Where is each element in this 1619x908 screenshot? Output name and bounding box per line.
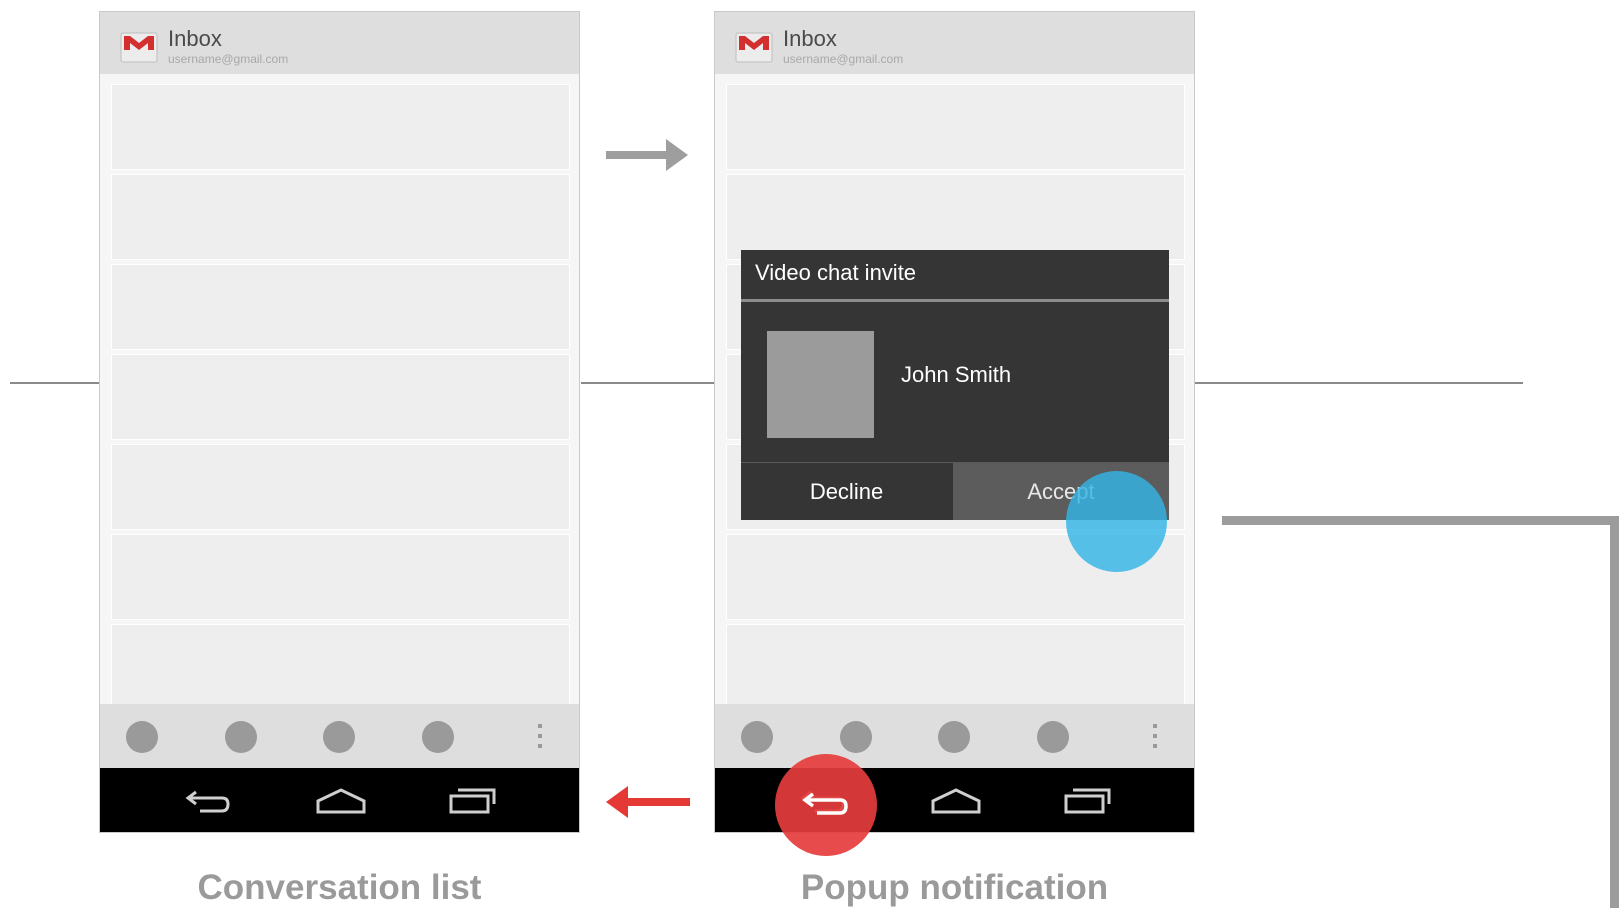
action-icon[interactable] [938, 721, 970, 753]
back-icon[interactable] [184, 786, 232, 816]
forward-arrow-icon [606, 139, 688, 171]
home-icon[interactable] [315, 786, 367, 816]
dialog-title: Video chat invite [755, 260, 917, 285]
caption-popup-notification: Popup notification [800, 868, 1109, 907]
conversation-list [100, 74, 579, 714]
dialog-divider [741, 299, 1169, 302]
contact-name: John Smith [901, 362, 1012, 387]
account-email: username@gmail.com [783, 52, 904, 66]
recent-apps-icon[interactable] [448, 786, 498, 816]
list-item[interactable] [111, 624, 570, 710]
action-icon[interactable] [126, 721, 158, 753]
list-item[interactable] [111, 174, 570, 260]
guide-line [581, 382, 715, 384]
action-bar: Inbox username@gmail.com [100, 12, 579, 74]
inbox-title: Inbox [783, 26, 837, 51]
phone-conversation-list: Inbox username@gmail.com [99, 11, 580, 833]
list-item[interactable] [111, 534, 570, 620]
gmail-icon[interactable] [120, 30, 158, 64]
system-nav-bar [100, 768, 579, 832]
action-icon[interactable] [741, 721, 773, 753]
list-item[interactable] [726, 174, 1185, 260]
back-touch-indicator [775, 754, 877, 856]
action-icon[interactable] [840, 721, 872, 753]
account-email: username@gmail.com [168, 52, 289, 66]
overflow-menu-icon[interactable] [537, 724, 543, 752]
back-arrow-icon [606, 786, 690, 818]
overflow-menu-icon[interactable] [1152, 724, 1158, 752]
action-bar: Inbox username@gmail.com [715, 12, 1194, 74]
list-item[interactable] [111, 264, 570, 350]
action-icon[interactable] [1037, 721, 1069, 753]
action-icon[interactable] [225, 721, 257, 753]
bottom-toolbar [715, 704, 1194, 768]
bottom-toolbar [100, 704, 579, 768]
action-icon[interactable] [422, 721, 454, 753]
avatar [767, 331, 874, 438]
touch-indicator [1066, 471, 1167, 572]
guide-line [10, 382, 100, 384]
flow-connector [1222, 516, 1619, 525]
caption-conversation-list: Conversation list [197, 868, 482, 907]
list-item[interactable] [726, 624, 1185, 710]
list-item[interactable] [111, 354, 570, 440]
home-icon[interactable] [930, 786, 982, 816]
recent-apps-icon[interactable] [1063, 786, 1113, 816]
flow-connector [1610, 516, 1619, 908]
list-item[interactable] [726, 84, 1185, 170]
list-item[interactable] [111, 444, 570, 530]
back-icon [802, 792, 848, 815]
gmail-icon[interactable] [735, 30, 773, 64]
decline-button[interactable]: Decline [741, 463, 952, 520]
inbox-title: Inbox [168, 26, 222, 51]
guide-line [1195, 382, 1523, 384]
list-item[interactable] [111, 84, 570, 170]
action-icon[interactable] [323, 721, 355, 753]
